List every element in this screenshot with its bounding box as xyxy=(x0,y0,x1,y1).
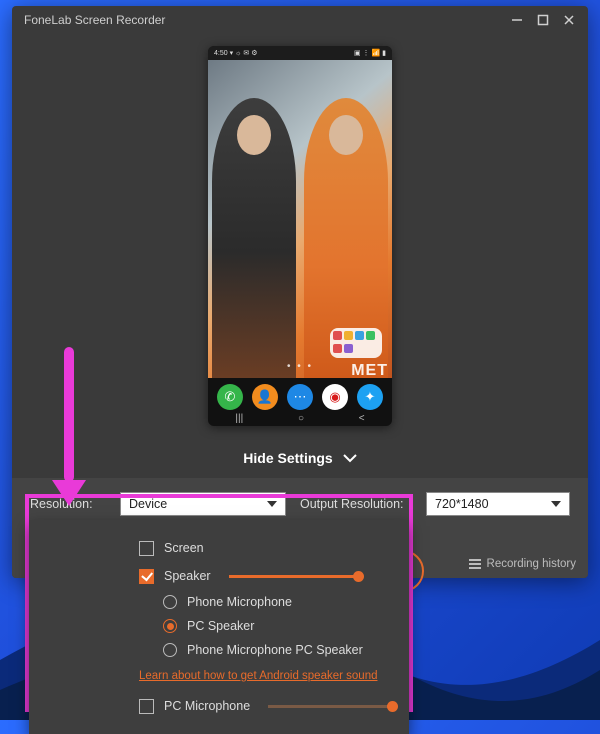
phone-widget xyxy=(330,328,382,358)
speaker-checkbox-row[interactable]: Speaker xyxy=(139,562,393,590)
radio-selected-icon xyxy=(163,619,177,633)
dock-phone-icon: ✆ xyxy=(217,384,243,410)
close-button[interactable] xyxy=(556,10,582,30)
pc-microphone-label: PC Microphone xyxy=(164,699,250,713)
preview-area: 4:50 ▾ ☼ ✉ ⚙ ▣ ⋮ 📶 ▮ MET • • • ✆ 👤 ⋯ ◉ ✦… xyxy=(12,34,588,438)
output-resolution-value: 720*1480 xyxy=(435,497,489,511)
phone-preview: 4:50 ▾ ☼ ✉ ⚙ ▣ ⋮ 📶 ▮ MET • • • ✆ 👤 ⋯ ◉ ✦… xyxy=(208,46,392,426)
recording-content-popup: Screen Speaker Phone Microphone PC Speak… xyxy=(29,520,409,734)
phone-mic-label: Phone Microphone xyxy=(187,595,292,609)
pc-speaker-label: PC Speaker xyxy=(187,619,254,633)
dock-record-icon: ◉ xyxy=(322,384,348,410)
radio-unselected-icon xyxy=(163,595,177,609)
pc-speaker-radio[interactable]: PC Speaker xyxy=(163,614,393,638)
phone-mic-radio[interactable]: Phone Microphone xyxy=(163,590,393,614)
checkbox-unchecked-icon xyxy=(139,699,154,714)
page-dots: • • • xyxy=(208,361,392,372)
minimize-button[interactable] xyxy=(504,10,530,30)
maximize-button[interactable] xyxy=(530,10,556,30)
pc-microphone-checkbox-row[interactable]: PC Microphone xyxy=(139,692,393,720)
both-label: Phone Microphone PC Speaker xyxy=(187,643,363,657)
phone-right-icons: ▣ ⋮ 📶 ▮ xyxy=(354,49,386,57)
recording-history-link[interactable]: Recording history xyxy=(469,558,576,570)
chevron-down-icon xyxy=(551,501,561,507)
radio-unselected-icon xyxy=(163,643,177,657)
learn-link[interactable]: Learn about how to get Android speaker s… xyxy=(139,662,393,692)
chevron-down-icon xyxy=(343,453,357,463)
checkbox-checked-icon xyxy=(139,569,154,584)
phone-statusbar: 4:50 ▾ ☼ ✉ ⚙ ▣ ⋮ 📶 ▮ xyxy=(208,46,392,60)
hide-settings-toggle[interactable]: Hide Settings xyxy=(12,438,588,478)
app-window: FoneLab Screen Recorder 4:50 ▾ ☼ ✉ ⚙ ▣ ⋮… xyxy=(12,6,588,578)
screen-checkbox-row[interactable]: Screen xyxy=(139,534,393,562)
phone-left-icons: ▾ ☼ ✉ ⚙ xyxy=(230,50,258,57)
recording-history-label: Recording history xyxy=(487,558,576,570)
pc-microphone-volume-slider[interactable] xyxy=(268,705,393,708)
speaker-volume-slider[interactable] xyxy=(229,575,359,578)
screen-label: Screen xyxy=(164,541,204,555)
dock-twitter-icon: ✦ xyxy=(357,384,383,410)
person-1 xyxy=(212,98,297,378)
window-title: FoneLab Screen Recorder xyxy=(24,13,165,27)
phone-dock: ✆ 👤 ⋯ ◉ ✦ xyxy=(208,384,392,410)
both-radio[interactable]: Phone Microphone PC Speaker xyxy=(163,638,393,662)
phone-softkeys: |||○< xyxy=(208,412,392,424)
titlebar: FoneLab Screen Recorder xyxy=(12,6,588,34)
dock-contacts-icon: 👤 xyxy=(252,384,278,410)
list-icon xyxy=(469,559,481,569)
phone-time: 4:50 xyxy=(214,50,228,57)
hide-settings-label: Hide Settings xyxy=(243,450,332,466)
dock-messages-icon: ⋯ xyxy=(287,384,313,410)
speaker-label: Speaker xyxy=(164,569,211,583)
checkbox-unchecked-icon xyxy=(139,541,154,556)
output-resolution-select[interactable]: 720*1480 xyxy=(426,492,570,516)
